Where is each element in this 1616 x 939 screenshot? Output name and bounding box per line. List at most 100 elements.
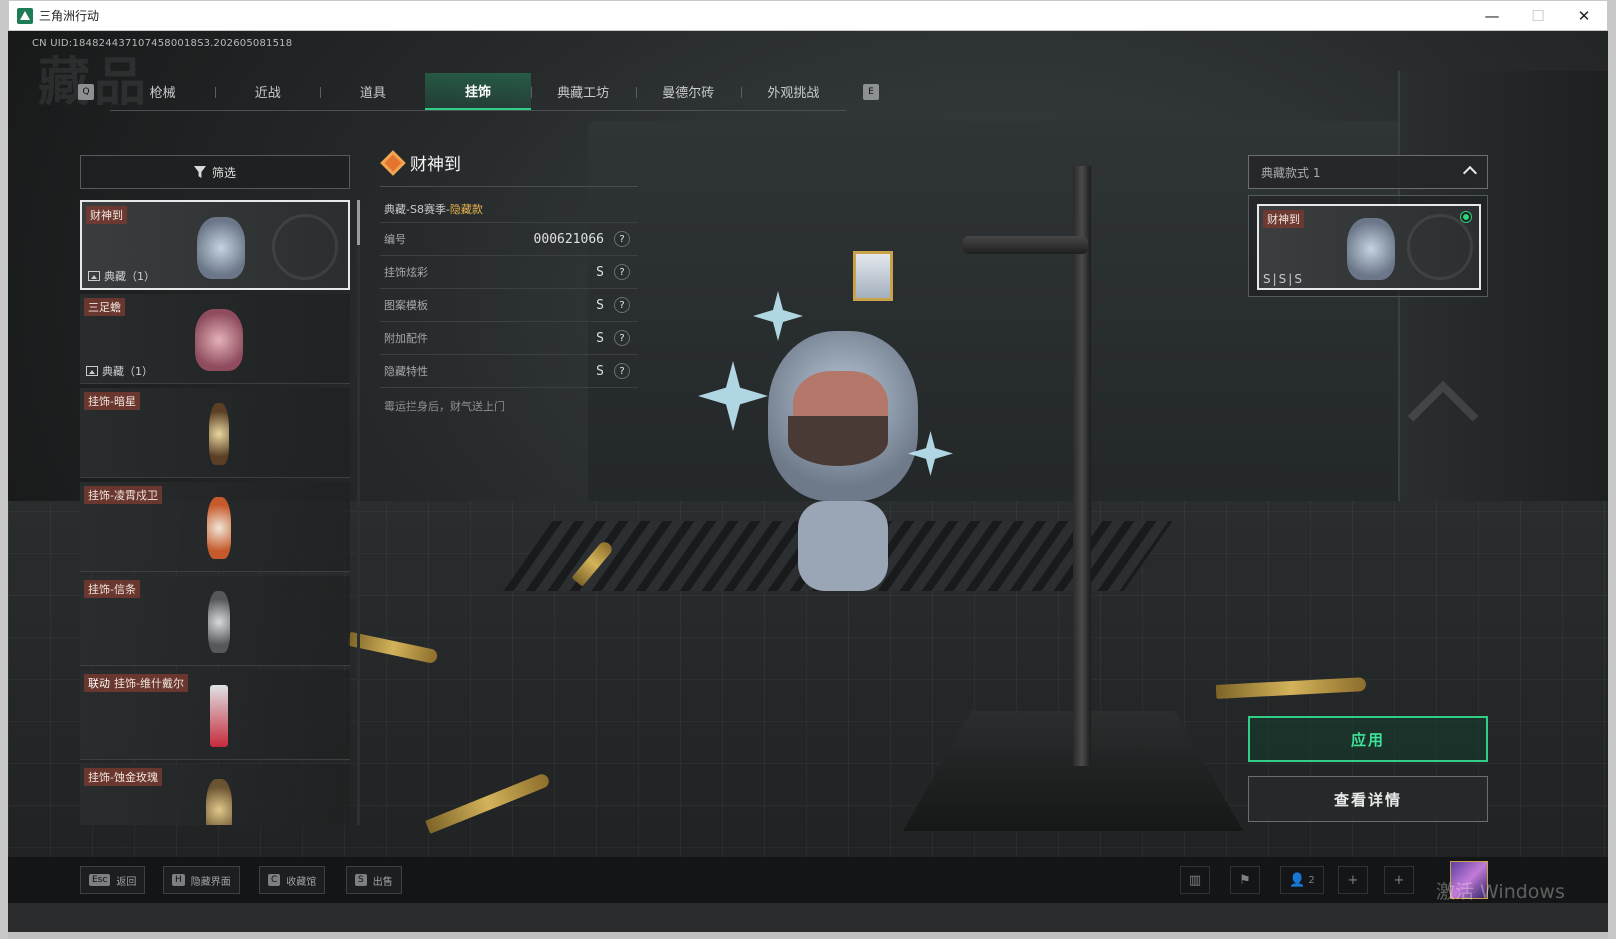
equipped-indicator-icon <box>1461 212 1471 222</box>
help-icon[interactable]: ? <box>614 231 630 247</box>
style-variant-dropdown[interactable]: 典藏款式 1 <box>1248 155 1488 189</box>
key-h: H <box>172 874 185 886</box>
list-item[interactable]: 财神到 典藏（1） <box>80 200 350 290</box>
app-logo-icon <box>17 7 33 24</box>
item-count-label: 典藏（1） <box>102 365 153 378</box>
tab-mandel-brick[interactable]: 曼德尔砖 <box>635 73 741 110</box>
hint-label: 收藏馆 <box>286 876 317 888</box>
hint-collection-hall[interactable]: C 收藏馆 <box>259 866 326 894</box>
attribute-label: 隐藏特性 <box>384 365 428 378</box>
next-tab-key-hint[interactable]: E <box>863 84 879 100</box>
view-details-button[interactable]: 查看详情 <box>1248 776 1488 822</box>
detail-title: 财神到 <box>380 149 461 176</box>
lantern-shape <box>853 251 893 301</box>
stand-arm <box>963 236 1088 254</box>
item-count: 典藏（1） <box>86 363 153 379</box>
friends-count: 2 <box>1308 874 1315 886</box>
title-bar: 三角洲行动 — ☐ ✕ <box>8 0 1608 31</box>
prev-tab-key-hint[interactable]: Q <box>78 84 94 100</box>
item-name: 挂饰-暗星 <box>84 392 140 410</box>
minimize-button[interactable]: — <box>1469 1 1515 31</box>
flag-icon[interactable]: ⚑ <box>1230 866 1260 894</box>
chevron-up-icon <box>1462 165 1478 181</box>
hint-sell[interactable]: S 出售 <box>346 866 402 894</box>
item-count: 典藏（1） <box>88 268 155 284</box>
uid-label: CN UID:1848244371074580018S3.20260508151… <box>32 38 293 49</box>
stand-pole <box>1073 166 1091 766</box>
category-tabs: 枪械 近战 道具 挂饰 典藏工坊 曼德尔砖 外观挑战 <box>110 73 846 111</box>
style-card-name: 财神到 <box>1263 210 1304 228</box>
list-item[interactable]: 挂饰-信条 <box>80 576 350 666</box>
list-item[interactable]: 挂饰-蚀金玫瑰 <box>80 764 350 825</box>
item-description: 霉运拦身后，财气送上门 <box>384 400 505 413</box>
list-scrollbar-track[interactable] <box>357 200 360 825</box>
window-right-edge <box>1608 0 1616 939</box>
charm-3d-preview[interactable] <box>698 221 978 611</box>
lower-strip <box>8 903 1608 932</box>
filter-label: 筛选 <box>211 165 236 180</box>
item-name: 财神到 <box>86 206 127 224</box>
spark-icon <box>698 361 768 431</box>
list-item[interactable]: 挂饰-凌霄戍卫 <box>80 482 350 572</box>
attribute-row: 图案模板 S ? <box>380 289 638 322</box>
key-s: S <box>355 874 367 886</box>
add-slot-icon[interactable]: + <box>1338 866 1368 894</box>
apply-button[interactable]: 应用 <box>1248 716 1488 762</box>
hint-hide-ui[interactable]: H 隐藏界面 <box>163 866 240 894</box>
charm-list: 财神到 典藏（1） 三足蟾 典藏（1） 挂饰-暗星 挂饰-凌霄戍卫 挂饰-信条 … <box>80 200 350 825</box>
tab-charms[interactable]: 挂饰 <box>425 73 531 110</box>
list-item[interactable]: 三足蟾 典藏（1） <box>80 294 350 384</box>
style-variant-card[interactable]: 财神到 S|S|S <box>1257 204 1481 290</box>
list-scrollbar-thumb[interactable] <box>357 200 360 245</box>
close-button[interactable]: ✕ <box>1561 1 1607 31</box>
item-name: 挂饰-信条 <box>84 580 140 598</box>
filter-button[interactable]: 筛选 <box>80 155 350 189</box>
charm-legs-shape <box>798 501 888 591</box>
tab-collection-workshop[interactable]: 典藏工坊 <box>530 73 636 110</box>
tab-appearance-challenge[interactable]: 外观挑战 <box>740 73 846 110</box>
collection-icon <box>86 366 98 376</box>
tab-guns[interactable]: 枪械 <box>110 73 215 110</box>
collab-tag: 联动 <box>88 677 110 690</box>
tab-items[interactable]: 道具 <box>320 73 425 110</box>
detail-title-text: 财神到 <box>410 155 461 175</box>
attribute-value: 000621066 <box>533 231 604 247</box>
attribute-value: S <box>596 297 604 313</box>
hint-label: 返回 <box>116 876 137 888</box>
item-name: 挂饰-蚀金玫瑰 <box>84 768 162 786</box>
charm-beard-shape <box>788 416 888 466</box>
help-icon[interactable]: ? <box>614 264 630 280</box>
charm-thumbnail <box>195 309 243 371</box>
style-grades: S|S|S <box>1263 272 1304 286</box>
attribute-row: 隐藏特性 S ? <box>380 355 638 388</box>
help-icon[interactable]: ? <box>614 297 630 313</box>
add-slot-icon[interactable]: + <box>1384 866 1414 894</box>
attribute-row: 附加配件 S ? <box>380 322 638 355</box>
help-icon[interactable]: ? <box>614 330 630 346</box>
rarity-diamond-icon <box>380 149 406 176</box>
list-item[interactable]: 挂饰-暗星 <box>80 388 350 478</box>
style-variant-label: 典藏款式 1 <box>1261 165 1321 180</box>
filter-funnel-icon <box>193 166 206 178</box>
detail-divider <box>380 186 638 187</box>
friends-icon[interactable]: 👤 2 <box>1280 866 1324 894</box>
tab-melee[interactable]: 近战 <box>215 73 320 110</box>
item-name: 挂饰-凌霄戍卫 <box>84 486 162 504</box>
charm-thumbnail <box>195 685 243 747</box>
help-icon[interactable]: ? <box>614 363 630 379</box>
charm-thumbnail <box>195 403 243 465</box>
charm-thumbnail <box>1347 218 1395 280</box>
hint-back[interactable]: Esc 返回 <box>80 866 146 894</box>
key-esc: Esc <box>89 874 111 886</box>
window-left-edge <box>0 0 8 939</box>
list-item[interactable]: 联动 挂饰-维什戴尔 <box>80 670 350 760</box>
attribute-value: S <box>596 330 604 346</box>
window-bottom-edge <box>8 932 1608 939</box>
maximize-button[interactable]: ☐ <box>1515 1 1561 31</box>
hint-label: 隐藏界面 <box>190 876 231 888</box>
item-name: 三足蟾 <box>84 298 125 316</box>
app-title: 三角洲行动 <box>39 9 100 23</box>
hidden-variant-label: 隐藏款 <box>449 202 483 216</box>
stats-bars-icon[interactable]: ▥ <box>1180 866 1210 894</box>
item-count-label: 典藏（1） <box>104 270 155 283</box>
